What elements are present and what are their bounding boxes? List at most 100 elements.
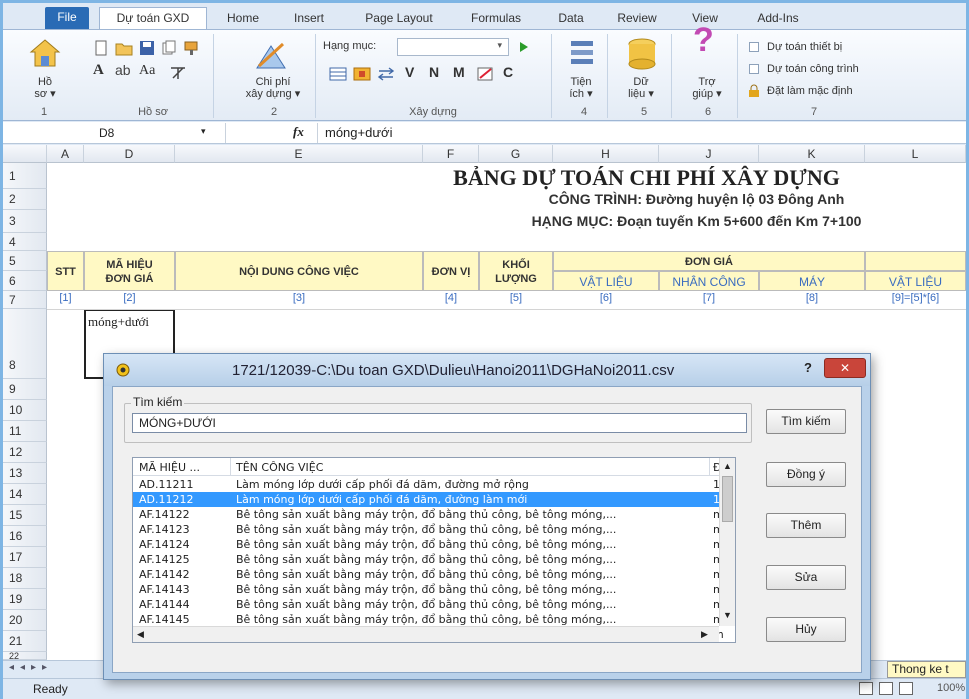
row-header[interactable]: 17 bbox=[3, 547, 47, 568]
list-item[interactable]: AD.11212 Làm móng lớp dưới cấp phối đá dă… bbox=[133, 492, 723, 507]
tab-add-ins[interactable]: Add-Ins bbox=[747, 8, 809, 29]
vertical-scrollbar[interactable]: ▲ ▼ bbox=[719, 458, 735, 626]
row-header[interactable]: 18 bbox=[3, 568, 47, 589]
row-header[interactable]: 21 bbox=[3, 631, 47, 652]
tab-file[interactable]: File bbox=[45, 7, 89, 29]
sheet-tab-thong-ke[interactable]: Thong ke t bbox=[887, 661, 966, 678]
list-item[interactable]: AF.14145 Bê tông sản xuất bằng máy trộn, … bbox=[133, 612, 723, 627]
paint-icon[interactable] bbox=[183, 40, 201, 56]
database-icon[interactable] bbox=[625, 36, 659, 72]
list-item[interactable]: AF.14144 Bê tông sản xuất bằng máy trộn, … bbox=[133, 597, 723, 612]
row-header[interactable]: 13 bbox=[3, 463, 47, 484]
tab-home[interactable]: Home bbox=[217, 8, 269, 29]
column-header-d[interactable]: D bbox=[84, 145, 175, 163]
scroll-up-icon[interactable]: ▲ bbox=[723, 461, 732, 471]
column-header-k[interactable]: K bbox=[759, 145, 865, 163]
search-input[interactable]: MÓNG+DƯỚI bbox=[132, 413, 747, 433]
horizontal-scrollbar[interactable]: ◀ ▶ bbox=[133, 626, 719, 642]
close-button[interactable]: ✕ bbox=[824, 358, 866, 378]
scroll-thumb[interactable] bbox=[722, 476, 733, 522]
column-header-a[interactable]: A bbox=[47, 145, 84, 163]
tab-page-layout[interactable]: Page Layout bbox=[351, 8, 447, 29]
du-lieu-button[interactable]: Dữ liệu ▾ bbox=[617, 76, 665, 100]
new-file-icon[interactable] bbox=[93, 40, 109, 56]
help-question-icon[interactable]: ? bbox=[693, 23, 714, 57]
page-layout-view-icon[interactable] bbox=[879, 682, 893, 695]
select-all-corner[interactable] bbox=[3, 145, 47, 163]
cancel-button[interactable]: Hủy bbox=[766, 617, 846, 642]
row-header[interactable]: 16 bbox=[3, 526, 47, 547]
swap-icon[interactable] bbox=[377, 66, 395, 82]
row-header[interactable]: 2 bbox=[3, 189, 47, 210]
row-header[interactable]: 20 bbox=[3, 610, 47, 631]
row-header[interactable]: 19 bbox=[3, 589, 47, 610]
play-icon[interactable] bbox=[519, 41, 529, 53]
v-button[interactable]: V bbox=[405, 65, 414, 79]
column-header-code[interactable]: MÃ HIỆU ... bbox=[139, 461, 200, 474]
row-header[interactable]: 7 bbox=[3, 291, 47, 309]
list-item[interactable]: AF.14122 Bê tông sản xuất bằng máy trộn, … bbox=[133, 507, 723, 522]
insert-row-icon[interactable] bbox=[353, 66, 371, 82]
tien-ich-button[interactable]: Tiện ích ▾ bbox=[561, 76, 601, 100]
tab-data[interactable]: Data bbox=[549, 8, 593, 29]
row-header[interactable]: 10 bbox=[3, 400, 47, 421]
row-header[interactable]: 14 bbox=[3, 484, 47, 505]
m-button[interactable]: M bbox=[453, 65, 465, 79]
column-header-name[interactable]: TÊN CÔNG VIỆC bbox=[236, 461, 323, 474]
formula-input[interactable]: móng+dưới bbox=[325, 125, 392, 140]
tab-formulas[interactable]: Formulas bbox=[461, 8, 531, 29]
row-header[interactable]: 5 bbox=[3, 251, 47, 271]
row-header[interactable]: 1 bbox=[3, 163, 47, 189]
table-icon[interactable] bbox=[329, 66, 347, 82]
tro-giup-button[interactable]: Trợ giúp ▾ bbox=[685, 76, 729, 100]
copy-icon[interactable] bbox=[161, 40, 177, 56]
tab-review[interactable]: Review bbox=[609, 8, 665, 29]
option-dat-lam-mac-dinh[interactable]: Đặt làm mặc định bbox=[767, 85, 853, 97]
row-header[interactable]: 8 bbox=[3, 309, 47, 379]
row-header[interactable]: 15 bbox=[3, 505, 47, 526]
scroll-down-icon[interactable]: ▼ bbox=[723, 610, 732, 620]
scroll-left-icon[interactable]: ◀ bbox=[137, 629, 144, 640]
tab-insert[interactable]: Insert bbox=[283, 8, 335, 29]
list-item[interactable]: AF.14143 Bê tông sản xuất bằng máy trộn, … bbox=[133, 582, 723, 597]
list-item[interactable]: AF.14124 Bê tông sản xuất bằng máy trộn, … bbox=[133, 537, 723, 552]
chart-edit-icon[interactable] bbox=[477, 66, 495, 82]
text-style-icon[interactable]: ab bbox=[115, 63, 131, 77]
c-button[interactable]: C bbox=[503, 65, 513, 79]
open-folder-icon[interactable] bbox=[115, 40, 133, 56]
row-header[interactable]: 12 bbox=[3, 442, 47, 463]
row-header[interactable]: 22 bbox=[3, 651, 47, 660]
search-button[interactable]: Tìm kiếm bbox=[766, 409, 846, 434]
name-box[interactable]: D8 ▾ bbox=[89, 124, 213, 142]
help-button[interactable]: ? bbox=[804, 360, 812, 375]
row-header[interactable]: 11 bbox=[3, 421, 47, 442]
list-item[interactable]: AF.14125 Bê tông sản xuất bằng máy trộn, … bbox=[133, 552, 723, 567]
results-list[interactable]: MÃ HIỆU ... TÊN CÔNG VIỆC ĐƠ AD.11211 Làm… bbox=[132, 457, 736, 643]
list-item[interactable]: AF.14123 Bê tông sản xuất bằng máy trộn, … bbox=[133, 522, 723, 537]
column-header-j[interactable]: J bbox=[659, 145, 759, 163]
checkbox-du-toan-thiet-bi[interactable] bbox=[749, 42, 759, 52]
construction-cost-icon[interactable] bbox=[253, 38, 289, 72]
row-header[interactable]: 3 bbox=[3, 210, 47, 233]
dialog-title-bar[interactable]: 1721/12039-C:\Du toan GXD\Dulieu\Hanoi20… bbox=[104, 354, 870, 386]
column-header-h[interactable]: H bbox=[553, 145, 659, 163]
fx-icon[interactable]: fx bbox=[293, 124, 304, 140]
add-button[interactable]: Thêm bbox=[766, 513, 846, 538]
zoom-level[interactable]: 100% bbox=[937, 682, 965, 694]
save-icon[interactable] bbox=[139, 40, 155, 56]
hang-muc-dropdown[interactable]: ▾ bbox=[397, 38, 509, 56]
column-header-f[interactable]: F bbox=[423, 145, 479, 163]
tab-du-toan-gxd[interactable]: Dự toán GXD bbox=[99, 7, 207, 29]
column-header-l[interactable]: L bbox=[865, 145, 966, 163]
scroll-right-icon[interactable]: ▶ bbox=[701, 629, 708, 640]
agree-button[interactable]: Đồng ý bbox=[766, 462, 846, 487]
list-item[interactable]: AF.14142 Bê tông sản xuất bằng máy trộn, … bbox=[133, 567, 723, 582]
n-button[interactable]: N bbox=[429, 65, 439, 79]
change-case-icon[interactable]: Aa bbox=[139, 64, 155, 78]
column-header-e[interactable]: E bbox=[175, 145, 423, 163]
font-a-icon[interactable]: A bbox=[93, 63, 104, 78]
utilities-icon[interactable] bbox=[567, 38, 597, 72]
row-header[interactable]: 6 bbox=[3, 271, 47, 291]
row-header[interactable]: 9 bbox=[3, 379, 47, 400]
row-header[interactable]: 4 bbox=[3, 233, 47, 251]
